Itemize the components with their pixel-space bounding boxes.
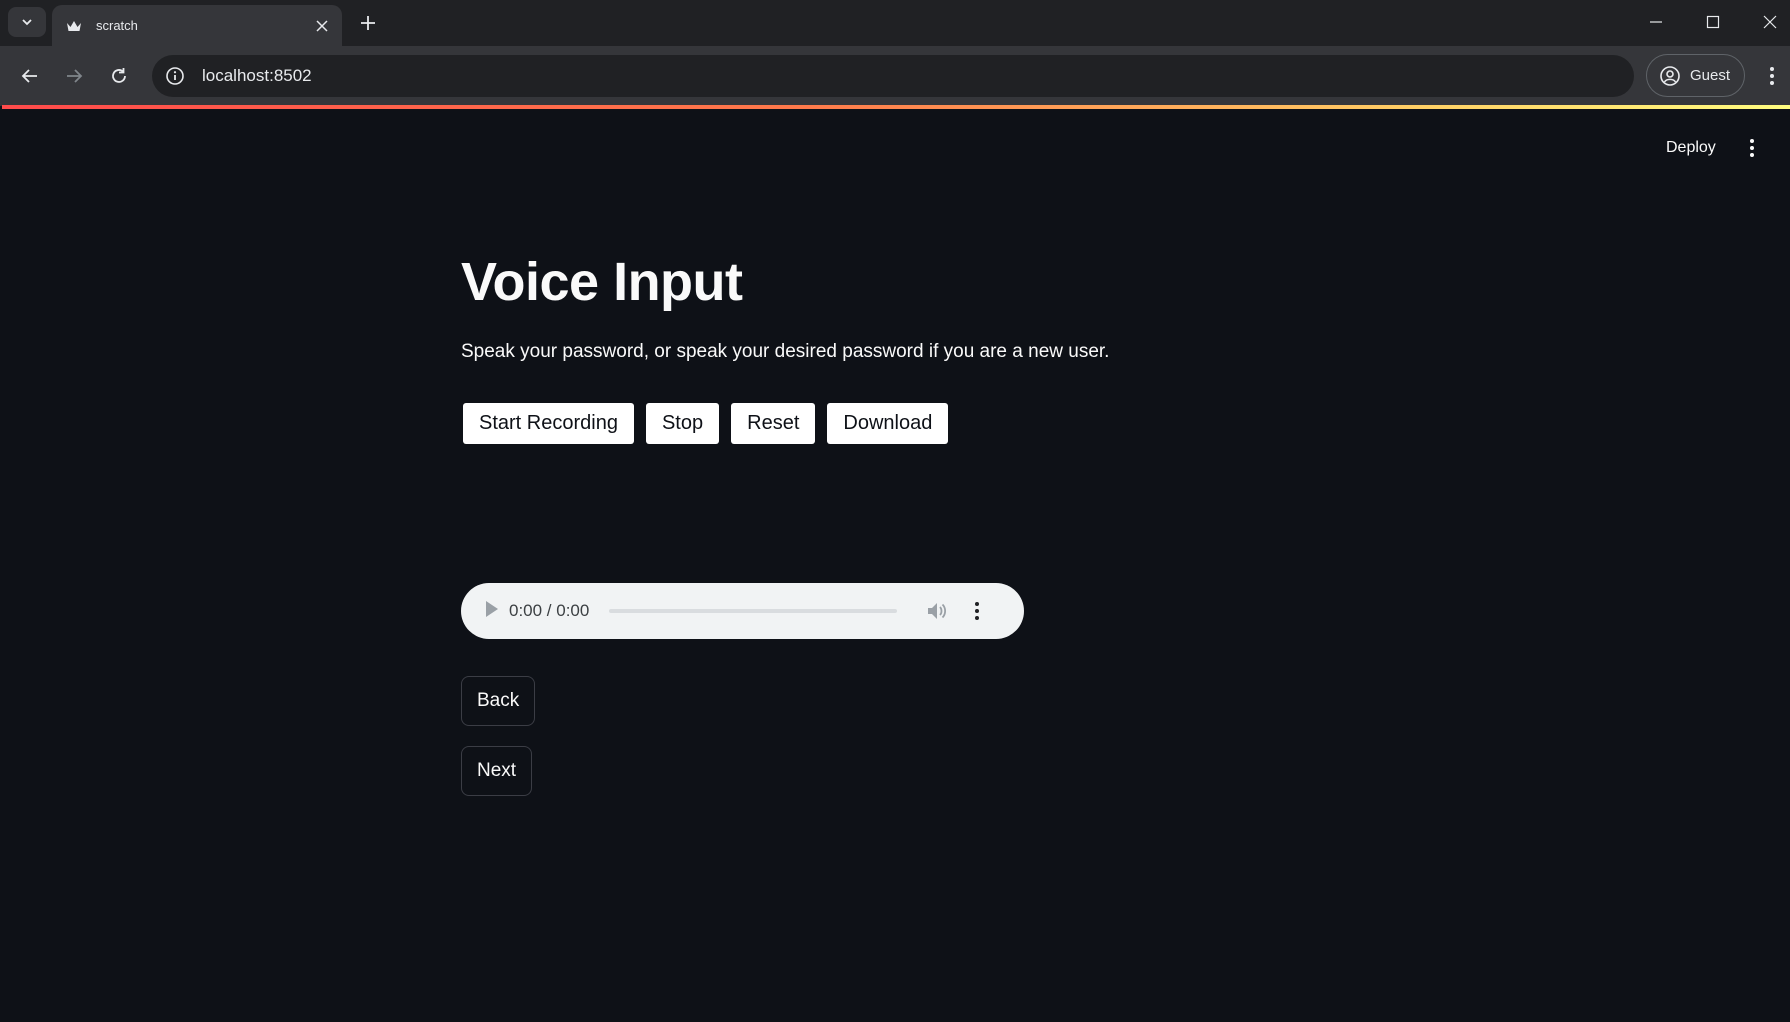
browser-tab[interactable]: scratch <box>52 5 342 46</box>
page-subtitle: Speak your password, or speak your desir… <box>461 341 1110 362</box>
address-bar[interactable]: localhost:8502 <box>152 55 1634 97</box>
close-icon[interactable] <box>310 14 334 38</box>
app-main: Deploy Voice Input Speak your password, … <box>0 109 1790 1022</box>
url-text: localhost:8502 <box>202 66 312 85</box>
audio-seek-bar[interactable] <box>609 609 898 613</box>
info-icon[interactable] <box>162 63 188 89</box>
back-button[interactable]: Back <box>461 676 536 726</box>
minimize-icon <box>1650 21 1662 23</box>
new-tab-button[interactable] <box>354 9 382 37</box>
arrow-left-icon <box>21 69 37 83</box>
forward-nav-button[interactable] <box>58 60 90 92</box>
stop-button[interactable]: Stop <box>645 403 720 444</box>
profile-label: Guest <box>1690 67 1731 84</box>
account-circle-icon <box>1660 65 1680 86</box>
audio-player[interactable]: 0:00 / 0:00 <box>461 583 1024 639</box>
browser-tabstrip: scratch <box>0 0 1790 46</box>
more-vert-icon <box>1770 67 1774 85</box>
reload-icon <box>112 68 126 83</box>
reload-button[interactable] <box>103 60 135 92</box>
plus-icon <box>361 16 375 30</box>
deploy-button[interactable]: Deploy <box>1656 131 1726 165</box>
profile-button[interactable]: Guest <box>1646 54 1745 97</box>
tab-search-button[interactable] <box>8 7 46 37</box>
download-button[interactable]: Download <box>827 403 949 444</box>
back-nav-button[interactable] <box>14 60 46 92</box>
maximize-button[interactable] <box>1695 6 1731 38</box>
reset-button[interactable]: Reset <box>731 403 816 444</box>
arrow-right-icon <box>67 69 83 83</box>
chevron-down-icon <box>22 19 32 26</box>
more-vert-icon[interactable] <box>965 599 989 623</box>
crown-icon <box>64 16 84 36</box>
play-icon[interactable] <box>485 600 499 623</box>
maximize-icon <box>1706 15 1720 29</box>
next-button[interactable]: Next <box>461 746 533 796</box>
audio-time: 0:00 / 0:00 <box>509 601 590 620</box>
browser-toolbar: localhost:8502 Guest <box>0 46 1790 106</box>
browser-menu-button[interactable] <box>1758 60 1786 92</box>
recorder-controls: Start Recording Stop Reset Download <box>463 403 949 444</box>
page-title: Voice Input <box>461 252 743 312</box>
start-recording-button[interactable]: Start Recording <box>463 403 634 444</box>
minimize-button[interactable] <box>1638 6 1674 38</box>
volume-icon[interactable] <box>925 599 949 623</box>
window-close-button[interactable] <box>1752 6 1788 38</box>
tab-title: scratch <box>96 18 138 33</box>
more-vert-icon <box>1750 139 1754 157</box>
close-icon <box>1763 15 1777 29</box>
app-menu-button[interactable] <box>1738 131 1766 165</box>
